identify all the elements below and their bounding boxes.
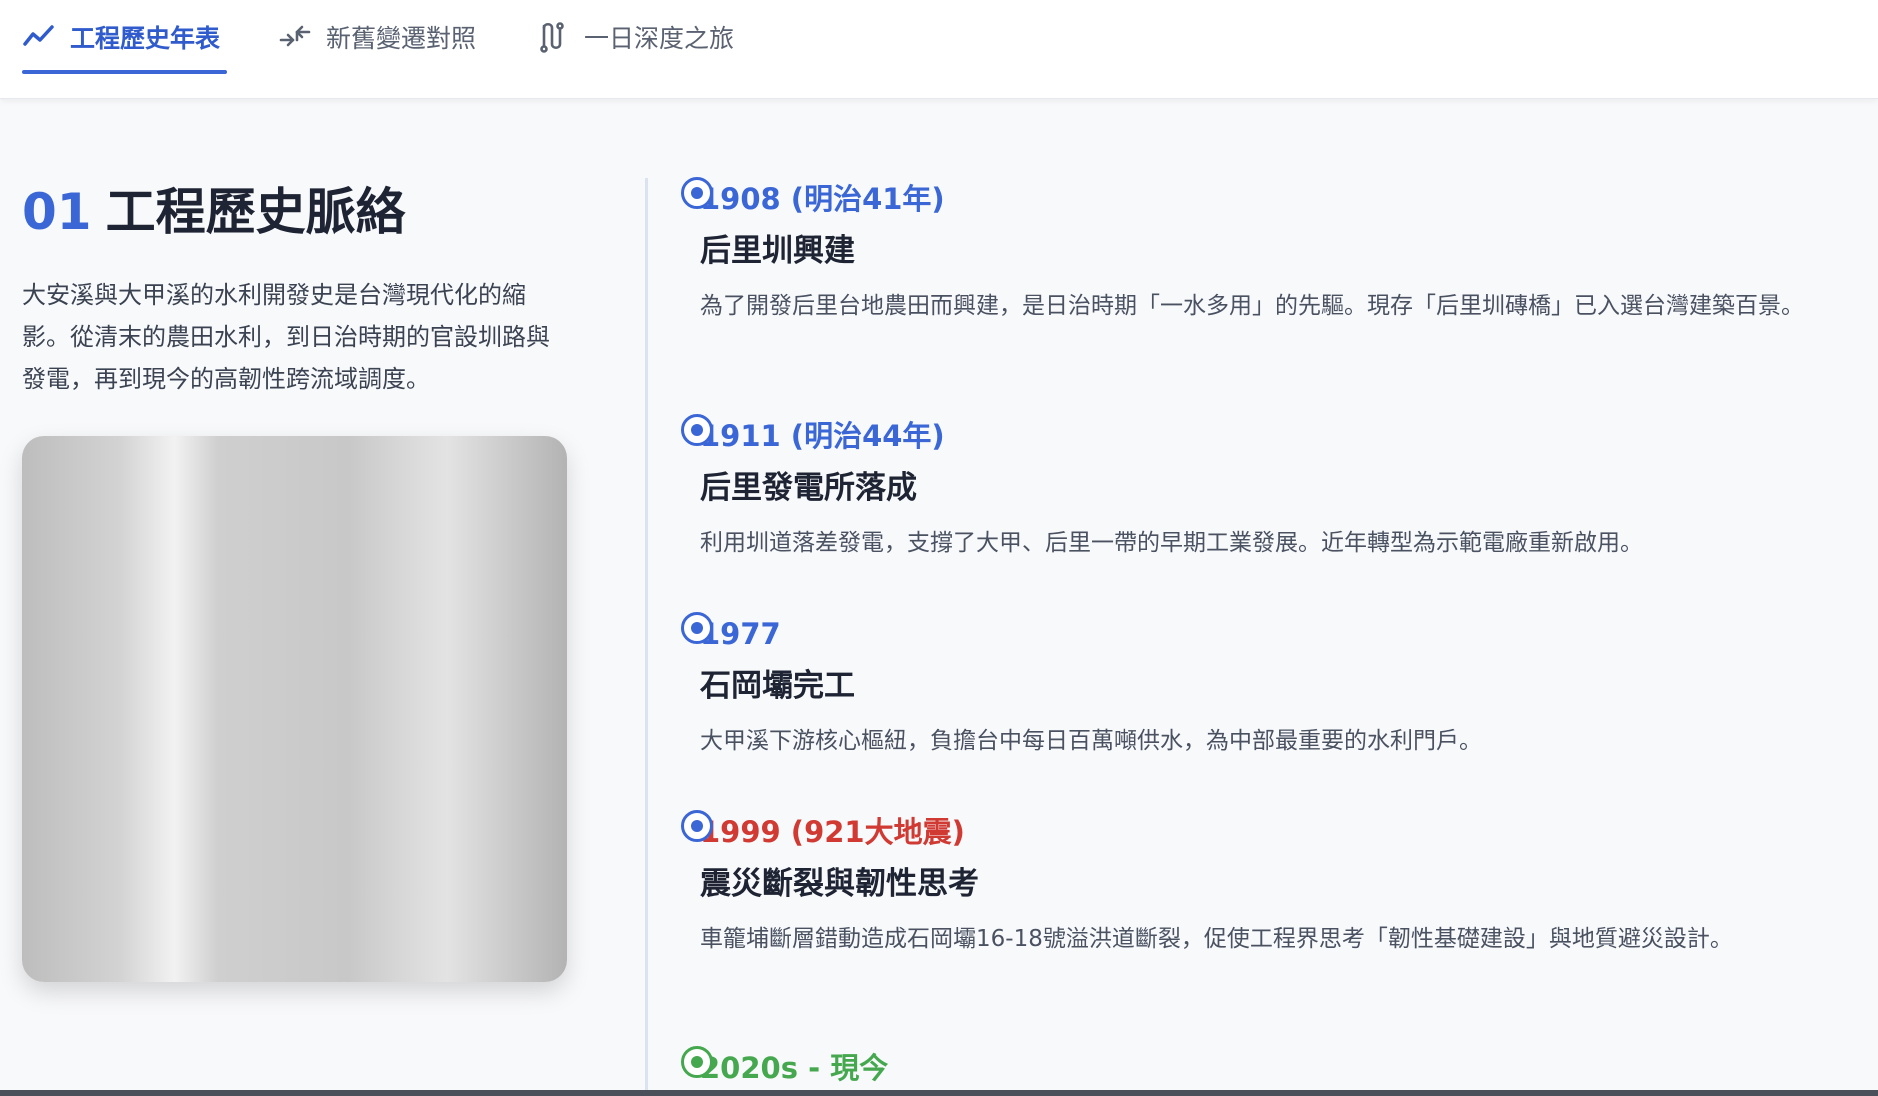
active-tab-indicator — [22, 70, 227, 74]
timeline-description: 大甲溪下游核心樞紐，負擔台中每日百萬噸供水，為中部最重要的水利門戶。 — [700, 728, 1482, 754]
timeline-description: 利用圳道落差發電，支撐了大甲、后里一帶的早期工業發展。近年轉型為示範電廠重新啟用… — [700, 530, 1643, 556]
timeline-description: 為了開發后里台地農田而興建，是日治時期「一水多用」的先驅。現存「后里圳磚橋」已入… — [700, 293, 1804, 319]
timeline-marker — [681, 612, 713, 644]
timeline-item: 1911 (明治44年) 后里發電所落成 利用圳道落差發電，支撐了大甲、后里一帶… — [681, 414, 1810, 562]
route-icon — [540, 22, 564, 53]
timeline-title: 石岡壩完工 — [700, 668, 855, 704]
timeline-item: 1908 (明治41年) 后里圳興建 為了開發后里台地農田而興建，是日治時期「一… — [681, 177, 1810, 325]
timeline-marker — [681, 1046, 713, 1078]
timeline-item: 1999 (921大地震) 震災斷裂與韌性思考 車籠埔斷層錯動造成石岡壩16-1… — [681, 810, 1810, 958]
timeline-title: 后里發電所落成 — [700, 470, 917, 506]
timeline-title: 后里圳興建 — [700, 233, 855, 269]
timeline-item: 1977 石岡壩完工 大甲溪下游核心樞紐，負擔台中每日百萬噸供水，為中部最重要的… — [681, 612, 1810, 760]
tab-old-new-comparison[interactable]: 新舊變遷對照 — [278, 0, 476, 74]
timeline-title: 震災斷裂與韌性思考 — [700, 866, 979, 902]
timeline-year: 2020s - 現今 — [700, 1051, 889, 1085]
timeline-year: 1999 (921大地震) — [700, 815, 965, 849]
section-intro: 大安溪與大甲溪的水利開發史是台灣現代化的縮影。從清末的農田水利，到日治時期的官設… — [22, 281, 550, 393]
timeline-marker — [681, 414, 713, 446]
tab-label: 一日深度之旅 — [584, 24, 735, 53]
timeline-marker — [681, 810, 713, 842]
compare-arrows-icon — [279, 25, 311, 47]
timeline-line — [645, 178, 648, 1096]
timeline-item: 2020s - 現今 — [681, 1046, 1810, 1086]
timeline-description: 車籠埔斷層錯動造成石岡壩16-18號溢洪道斷裂，促使工程界思考「韌性基礎建設」與… — [700, 926, 1733, 952]
timeline-year: 1911 (明治44年) — [700, 419, 945, 453]
image-placeholder — [22, 436, 567, 982]
trend-line-icon — [23, 25, 54, 46]
tab-one-day-trip[interactable]: 一日深度之旅 — [536, 0, 734, 74]
tab-history-timeline[interactable]: 工程歷史年表 — [22, 0, 220, 74]
section-title: 工程歷史脈絡 — [105, 183, 406, 241]
tab-label: 工程歷史年表 — [70, 24, 221, 53]
section-heading: 01 工程歷史脈絡 — [22, 172, 406, 244]
timeline-year: 1908 (明治41年) — [700, 182, 945, 216]
section-number: 01 — [22, 183, 92, 241]
timeline-year: 1977 — [700, 617, 781, 651]
timeline-marker — [681, 177, 713, 209]
tab-label: 新舊變遷對照 — [326, 24, 477, 53]
top-tab-bar: 工程歷史年表 新舊變遷對照 一日深度之旅 — [0, 0, 1878, 99]
window-bottom-edge — [0, 1090, 1878, 1096]
